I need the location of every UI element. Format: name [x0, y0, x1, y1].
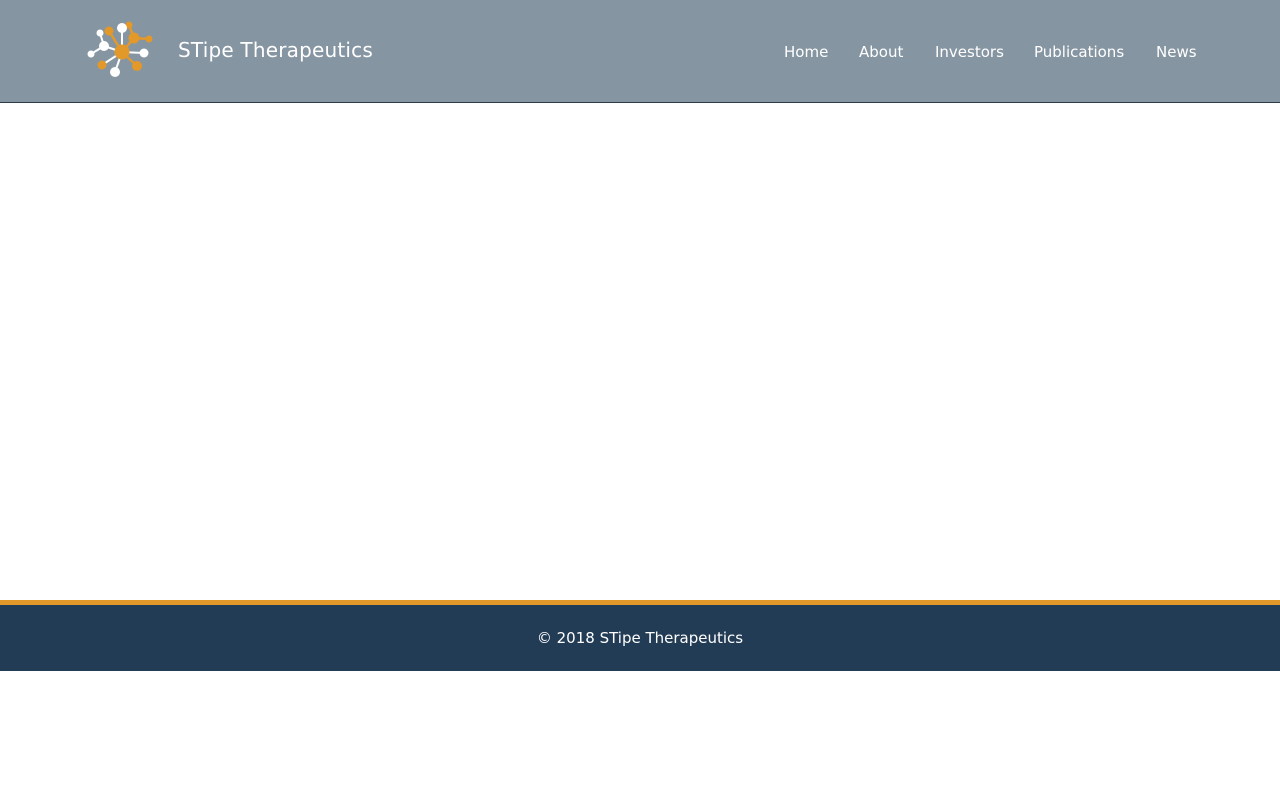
main-content [0, 103, 1280, 600]
site-title[interactable]: STipe Therapeutics [178, 36, 373, 64]
molecule-logo-icon[interactable] [86, 20, 156, 80]
nav-item-publications[interactable]: Publications [1034, 40, 1124, 64]
nav-item-home[interactable]: Home [784, 40, 828, 64]
nav-item-news[interactable]: News [1156, 40, 1197, 64]
copyright-text: © 2018 STipe Therapeutics [536, 629, 744, 647]
nav-item-investors[interactable]: Investors [935, 40, 1004, 64]
site-footer: © 2018 STipe Therapeutics [0, 605, 1280, 671]
page-bottom-space [0, 671, 1280, 800]
site-header: STipe Therapeutics Home About Investors … [0, 0, 1280, 103]
nav-item-about[interactable]: About [859, 40, 903, 64]
